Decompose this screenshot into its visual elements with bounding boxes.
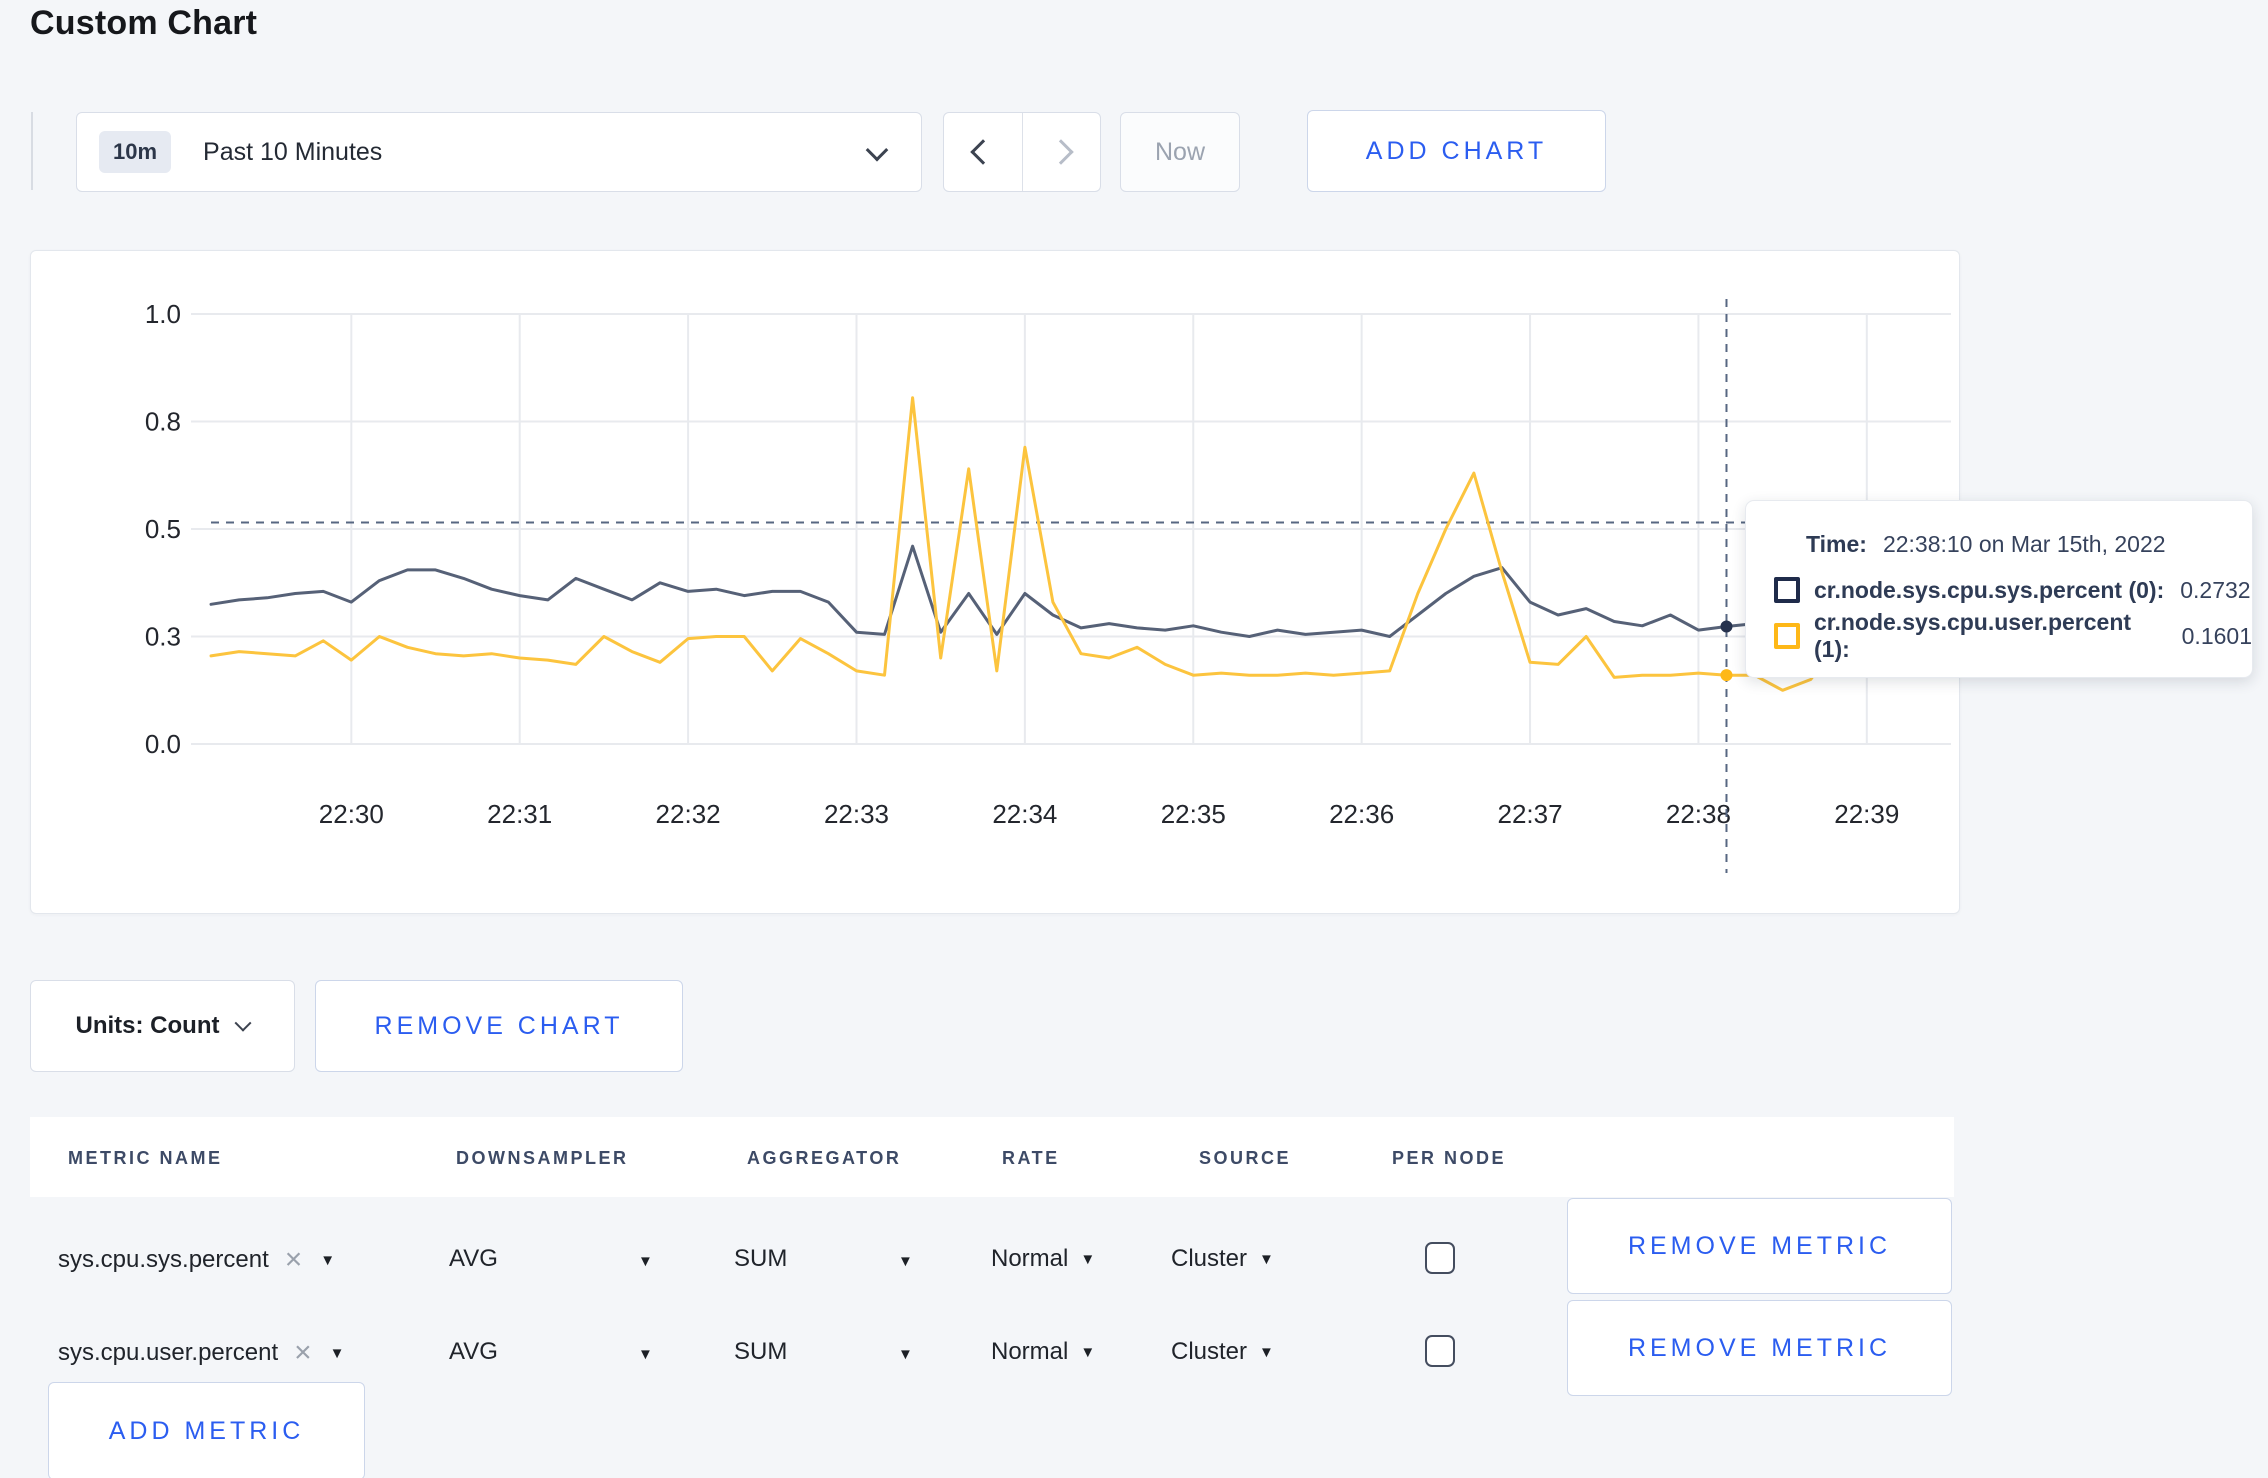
source-value: Cluster [1171, 1338, 1248, 1365]
time-range-label: Past 10 Minutes [203, 137, 383, 166]
tooltip-series-row: cr.node.sys.cpu.sys.percent (0): 0.2732 [1774, 567, 2252, 613]
caret-down-icon[interactable]: ▼ [320, 1252, 335, 1269]
source-value: Cluster [1171, 1245, 1248, 1272]
add-chart-button[interactable]: ADD CHART [1307, 110, 1606, 192]
chart-tooltip: Time: 22:38:10 on Mar 15th, 2022 cr.node… [1745, 500, 2253, 678]
caret-down-icon: ▼ [1080, 1343, 1096, 1361]
rate-select[interactable]: Normal ▼ [991, 1245, 1095, 1273]
per-node-checkbox[interactable] [1425, 1242, 1455, 1274]
source-select[interactable]: Cluster ▼ [1171, 1338, 1274, 1366]
remove-metric-button[interactable]: REMOVE METRIC [1567, 1198, 1952, 1294]
page-title: Custom Chart [30, 4, 258, 42]
legend-swatch-icon [1774, 623, 1800, 649]
metrics-table-header [30, 1117, 1954, 1197]
chevron-right-icon [1048, 139, 1074, 165]
custom-chart-page: Custom Chart 10m Past 10 Minutes Now ADD… [0, 0, 2268, 1478]
metric-name-select[interactable]: sys.cpu.user.percent × ▼ [58, 1338, 345, 1368]
units-dropdown[interactable]: Units: Count [30, 980, 295, 1072]
svg-text:22:38: 22:38 [1666, 799, 1731, 829]
column-header-aggregator: AGGREGATOR [747, 1148, 902, 1168]
tooltip-series-value: 0.2732 [2180, 576, 2251, 603]
per-node-checkbox[interactable] [1425, 1335, 1455, 1367]
units-label: Units: Count [75, 1012, 220, 1039]
svg-text:0.0: 0.0 [145, 729, 181, 759]
tooltip-time-value: 22:38:10 on Mar 15th, 2022 [1882, 530, 2166, 557]
caret-down-icon[interactable]: ▼ [898, 1253, 913, 1270]
tooltip-series-row: cr.node.sys.cpu.user.percent (1): 0.1601 [1774, 609, 2252, 662]
clear-metric-icon[interactable]: × [285, 1245, 303, 1275]
time-range-dropdown[interactable]: 10m Past 10 Minutes [76, 112, 922, 192]
downsampler-select[interactable]: AVG [449, 1338, 498, 1366]
caret-down-icon[interactable]: ▼ [638, 1253, 653, 1270]
caret-down-icon[interactable]: ▼ [638, 1346, 653, 1363]
rate-value: Normal [991, 1338, 1069, 1365]
downsampler-select[interactable]: AVG [449, 1245, 498, 1273]
metric-name-value: sys.cpu.sys.percent [58, 1246, 269, 1273]
svg-text:22:33: 22:33 [824, 799, 889, 829]
column-header-rate: RATE [1002, 1148, 1060, 1168]
add-metric-button[interactable]: ADD METRIC [48, 1382, 365, 1478]
column-header-source: SOURCE [1199, 1148, 1292, 1168]
metric-name-select[interactable]: sys.cpu.sys.percent × ▼ [58, 1245, 335, 1275]
time-nav-group [943, 112, 1101, 192]
caret-down-icon: ▼ [1080, 1250, 1096, 1268]
column-header-downsampler: DOWNSAMPLER [456, 1148, 629, 1168]
aggregator-select[interactable]: SUM [734, 1245, 787, 1273]
svg-text:22:37: 22:37 [1497, 799, 1562, 829]
svg-text:22:34: 22:34 [992, 799, 1057, 829]
svg-text:22:35: 22:35 [1161, 799, 1226, 829]
time-back-button[interactable] [944, 113, 1022, 191]
metric-name-value: sys.cpu.user.percent [58, 1339, 279, 1366]
svg-text:1.0: 1.0 [145, 299, 181, 329]
tooltip-time-label: Time: [1806, 530, 1867, 557]
source-select[interactable]: Cluster ▼ [1171, 1245, 1274, 1273]
tooltip-series-name: cr.node.sys.cpu.sys.percent (0): [1814, 576, 2165, 603]
clear-metric-icon[interactable]: × [294, 1338, 312, 1368]
svg-text:22:32: 22:32 [656, 799, 721, 829]
svg-text:0.3: 0.3 [145, 622, 181, 652]
aggregator-select[interactable]: SUM [734, 1338, 787, 1366]
tooltip-series-name: cr.node.sys.cpu.user.percent (1): [1814, 609, 2132, 662]
svg-text:22:31: 22:31 [487, 799, 552, 829]
svg-text:0.8: 0.8 [145, 407, 181, 437]
caret-down-icon[interactable]: ▼ [898, 1346, 913, 1363]
svg-text:22:39: 22:39 [1834, 799, 1899, 829]
svg-text:22:36: 22:36 [1329, 799, 1394, 829]
legend-swatch-icon [1774, 577, 1800, 603]
chevron-down-icon [865, 138, 889, 162]
chart-card: 0.0 0.3 0.5 0.8 1.0 22:30 22:31 22:32 22:33 22:34… [30, 250, 1960, 914]
chevron-down-icon [234, 1014, 252, 1032]
column-header-per-node: PER NODE [1392, 1148, 1507, 1168]
now-button[interactable]: Now [1120, 112, 1240, 192]
time-forward-button[interactable] [1021, 113, 1101, 191]
caret-down-icon: ▼ [1259, 1250, 1274, 1268]
custom-chart[interactable]: 0.0 0.3 0.5 0.8 1.0 22:30 22:31 22:32 22:33 22:34… [31, 251, 1959, 913]
caret-down-icon: ▼ [1259, 1343, 1274, 1361]
column-header-metric-name: METRIC NAME [68, 1148, 223, 1168]
tooltip-series-value: 0.1601 [2181, 622, 2252, 649]
time-range-badge: 10m [99, 131, 172, 173]
remove-metric-button[interactable]: REMOVE METRIC [1567, 1300, 1952, 1396]
caret-down-icon[interactable]: ▼ [330, 1345, 345, 1362]
rate-value: Normal [991, 1245, 1069, 1272]
svg-text:0.5: 0.5 [145, 514, 181, 544]
svg-text:22:30: 22:30 [319, 799, 384, 829]
chevron-left-icon [970, 139, 996, 165]
rate-select[interactable]: Normal ▼ [991, 1338, 1095, 1366]
tooltip-time-row: Time: 22:38:10 on Mar 15th, 2022 [1774, 521, 2252, 567]
remove-chart-button[interactable]: REMOVE CHART [315, 980, 683, 1072]
toolbar-divider [31, 112, 33, 190]
